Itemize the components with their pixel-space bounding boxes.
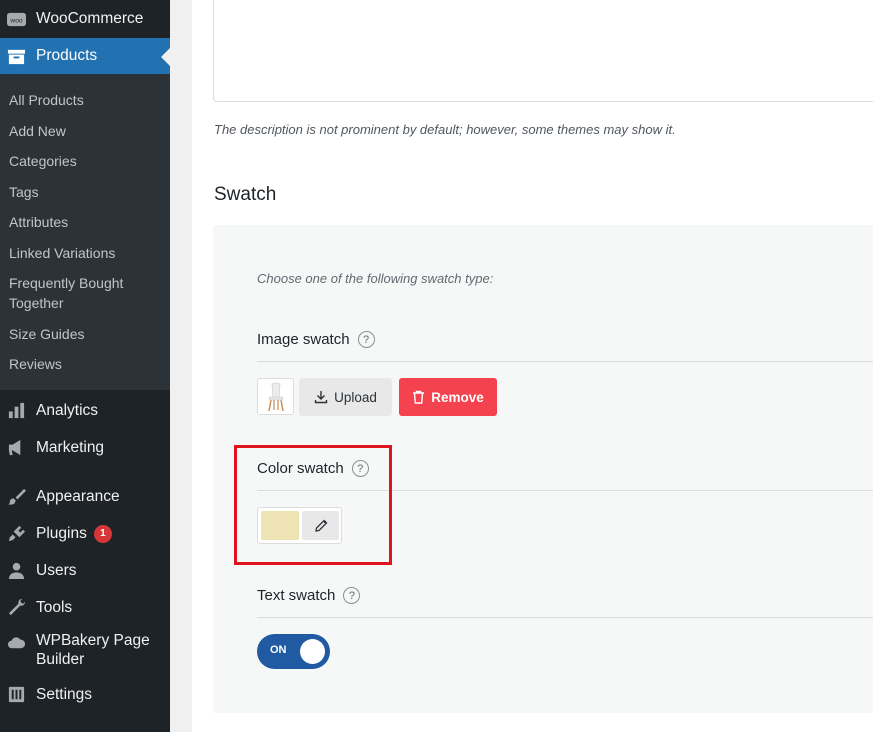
plugins-update-badge: 1 — [93, 524, 112, 543]
toggle-knob — [300, 639, 325, 664]
upload-button[interactable]: Upload — [299, 378, 392, 416]
main-content: The description is not prominent by defa… — [170, 0, 873, 732]
eyedropper-icon — [314, 519, 327, 532]
trash-icon — [413, 390, 425, 404]
color-swatch-label-text: Color swatch — [257, 460, 344, 477]
submenu-categories[interactable]: Categories — [0, 151, 170, 171]
svg-text:woo: woo — [9, 17, 22, 24]
menu-marketing-label: Marketing — [36, 438, 105, 456]
menu-products[interactable]: Products — [0, 38, 170, 74]
woocommerce-icon: woo — [6, 9, 27, 30]
swatch-type-note: Choose one of the following swatch type: — [257, 271, 494, 286]
menu-marketing[interactable]: Marketing — [0, 429, 170, 466]
image-swatch-thumbnail[interactable] — [257, 378, 294, 415]
menu-settings[interactable]: Settings — [0, 676, 170, 713]
menu-plugins-label: Plugins — [36, 524, 87, 542]
submenu-attributes[interactable]: Attributes — [0, 212, 170, 232]
image-swatch-label: Image swatch ? — [257, 331, 375, 348]
paintbrush-icon — [6, 486, 27, 507]
color-picker-button[interactable] — [302, 511, 339, 540]
plugin-icon — [6, 523, 27, 544]
image-swatch-label-text: Image swatch — [257, 331, 350, 348]
products-submenu: All Products Add New Categories Tags Att… — [0, 74, 170, 390]
description-textarea[interactable] — [213, 0, 873, 102]
settings-sliders-icon — [6, 684, 27, 705]
text-swatch-divider — [257, 617, 873, 618]
menu-tools-label: Tools — [36, 598, 73, 616]
menu-users[interactable]: Users — [0, 552, 170, 589]
menu-woocommerce-label: WooCommerce — [36, 10, 144, 27]
wrench-icon — [6, 597, 27, 618]
menu-wpbakery-label: WPBakery Page Builder — [36, 632, 150, 668]
submenu-tags[interactable]: Tags — [0, 182, 170, 202]
submenu-linked-variations[interactable]: Linked Variations — [0, 243, 170, 263]
image-swatch-help-icon[interactable]: ? — [357, 331, 375, 348]
admin-sidebar: woo WooCommerce Products All Products Ad… — [0, 0, 170, 732]
submenu-reviews[interactable]: Reviews — [0, 354, 170, 374]
download-icon — [314, 391, 328, 404]
submenu-size-guides[interactable]: Size Guides — [0, 324, 170, 344]
color-swatch-preview[interactable] — [261, 511, 299, 540]
chair-image-icon — [267, 382, 284, 411]
color-swatch-picker[interactable] — [257, 507, 342, 544]
text-swatch-label-text: Text swatch — [257, 587, 336, 604]
remove-button-label: Remove — [431, 389, 484, 405]
megaphone-icon — [6, 437, 27, 458]
color-swatch-label: Color swatch ? — [257, 460, 369, 477]
color-swatch-help-icon[interactable]: ? — [351, 460, 369, 477]
menu-appearance[interactable]: Appearance — [0, 478, 170, 515]
remove-button[interactable]: Remove — [399, 378, 497, 416]
menu-analytics[interactable]: Analytics — [0, 392, 170, 429]
menu-wpbakery[interactable]: WPBakery Page Builder — [0, 626, 170, 674]
toggle-state-label: ON — [270, 644, 287, 656]
text-swatch-help-icon[interactable]: ? — [343, 587, 361, 604]
text-swatch-label: Text swatch ? — [257, 587, 361, 604]
submenu-add-new[interactable]: Add New — [0, 121, 170, 141]
description-note: The description is not prominent by defa… — [214, 122, 676, 137]
submenu-frequently-bought-together[interactable]: Frequently Bought Together — [0, 273, 170, 313]
menu-appearance-label: Appearance — [36, 487, 120, 505]
upload-button-label: Upload — [334, 389, 377, 405]
menu-plugins[interactable]: Plugins 1 — [0, 515, 170, 552]
menu-products-label: Products — [36, 47, 98, 64]
color-swatch-divider — [257, 490, 873, 491]
archive-box-icon — [6, 46, 27, 67]
cloud-icon — [6, 632, 27, 653]
text-swatch-toggle[interactable]: ON — [257, 634, 330, 669]
submenu-all-products[interactable]: All Products — [0, 90, 170, 110]
image-swatch-divider — [257, 361, 873, 362]
swatch-section-title: Swatch — [214, 184, 277, 205]
menu-analytics-label: Analytics — [36, 401, 99, 419]
bar-chart-icon — [6, 400, 27, 421]
menu-tools[interactable]: Tools — [0, 589, 170, 626]
menu-settings-label: Settings — [36, 685, 93, 703]
menu-users-label: Users — [36, 561, 77, 579]
user-icon — [6, 560, 27, 581]
swatch-panel: Choose one of the following swatch type:… — [213, 225, 873, 713]
menu-woocommerce[interactable]: woo WooCommerce — [0, 0, 170, 38]
